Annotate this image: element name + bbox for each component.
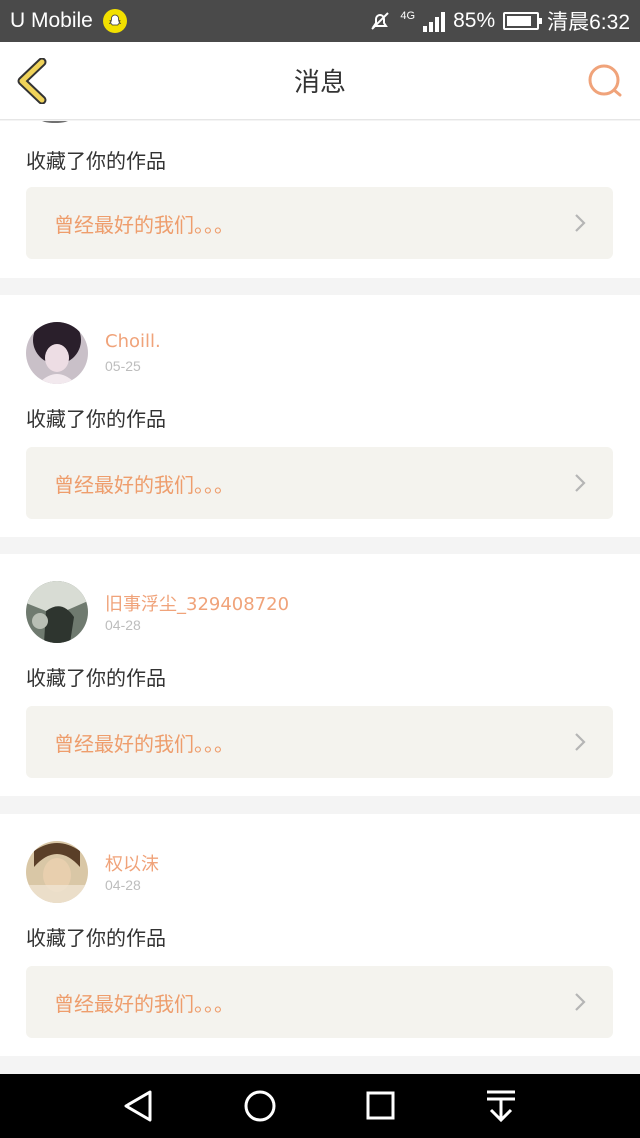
snapchat-icon xyxy=(102,9,127,33)
message-list[interactable]: 收藏了你的作品 曾经最好的我们。。。 Choill. 05-25 收藏了你的作品… xyxy=(0,121,640,1074)
mute-icon xyxy=(371,12,390,30)
avatar[interactable] xyxy=(26,581,88,643)
action-text: 收藏了你的作品 xyxy=(26,666,166,690)
avatar[interactable] xyxy=(26,841,88,903)
battery-icon xyxy=(503,12,543,30)
work-link[interactable]: 曾经最好的我们。。。 xyxy=(26,187,613,259)
page-title: 消息 xyxy=(293,68,346,98)
network-type: 4G xyxy=(400,10,416,22)
list-item: Choill. 05-25 收藏了你的作品 曾经最好的我们。。。 xyxy=(0,295,640,537)
work-link[interactable]: 曾经最好的我们。。。 xyxy=(26,706,613,778)
chevron-right-icon xyxy=(575,214,586,232)
notification-pulldown-icon[interactable] xyxy=(481,1088,521,1124)
work-title: 曾经最好的我们。。。 xyxy=(54,991,234,1016)
system-nav-bar xyxy=(0,1074,640,1138)
status-right: 4G 85% 清晨6:32 xyxy=(368,6,630,36)
timestamp: 04-28 xyxy=(105,617,141,633)
carrier-name: U Mobile xyxy=(10,9,93,32)
timestamp: 04-28 xyxy=(105,877,141,893)
chevron-right-icon xyxy=(575,733,586,751)
username[interactable]: 权以沫 xyxy=(105,850,159,876)
signal-icon xyxy=(423,10,446,32)
action-text: 收藏了你的作品 xyxy=(26,407,166,431)
work-title: 曾经最好的我们。。。 xyxy=(54,731,234,756)
header: 消息 xyxy=(0,42,640,120)
chevron-right-icon xyxy=(575,993,586,1011)
search-icon[interactable] xyxy=(586,62,624,100)
work-link[interactable]: 曾经最好的我们。。。 xyxy=(26,966,613,1038)
chevron-left-icon[interactable] xyxy=(14,58,54,104)
list-item: 旧事浮尘_329408720 04-28 收藏了你的作品 曾经最好的我们。。。 xyxy=(0,554,640,796)
back-icon[interactable] xyxy=(118,1088,158,1124)
status-bar: U Mobile 4G 85% 清晨6:32 xyxy=(0,0,640,42)
status-left: U Mobile xyxy=(10,9,127,33)
recents-icon[interactable] xyxy=(360,1088,400,1124)
list-item: 权以沫 04-28 收藏了你的作品 曾经最好的我们。。。 xyxy=(0,814,640,1056)
avatar[interactable] xyxy=(40,121,70,123)
clock: 清晨6:32 xyxy=(547,11,630,34)
username[interactable]: Choill. xyxy=(105,331,161,352)
username[interactable]: 旧事浮尘_329408720 xyxy=(105,590,289,616)
action-text: 收藏了你的作品 xyxy=(26,926,166,950)
list-item: 收藏了你的作品 曾经最好的我们。。。 xyxy=(0,121,640,278)
work-link[interactable]: 曾经最好的我们。。。 xyxy=(26,447,613,519)
avatar[interactable] xyxy=(26,322,88,384)
chevron-right-icon xyxy=(575,474,586,492)
work-title: 曾经最好的我们。。。 xyxy=(54,212,234,237)
timestamp: 05-25 xyxy=(105,358,141,374)
battery-percent: 85% xyxy=(453,9,496,32)
home-icon[interactable] xyxy=(240,1088,280,1124)
work-title: 曾经最好的我们。。。 xyxy=(54,472,234,497)
action-text: 收藏了你的作品 xyxy=(26,149,166,173)
